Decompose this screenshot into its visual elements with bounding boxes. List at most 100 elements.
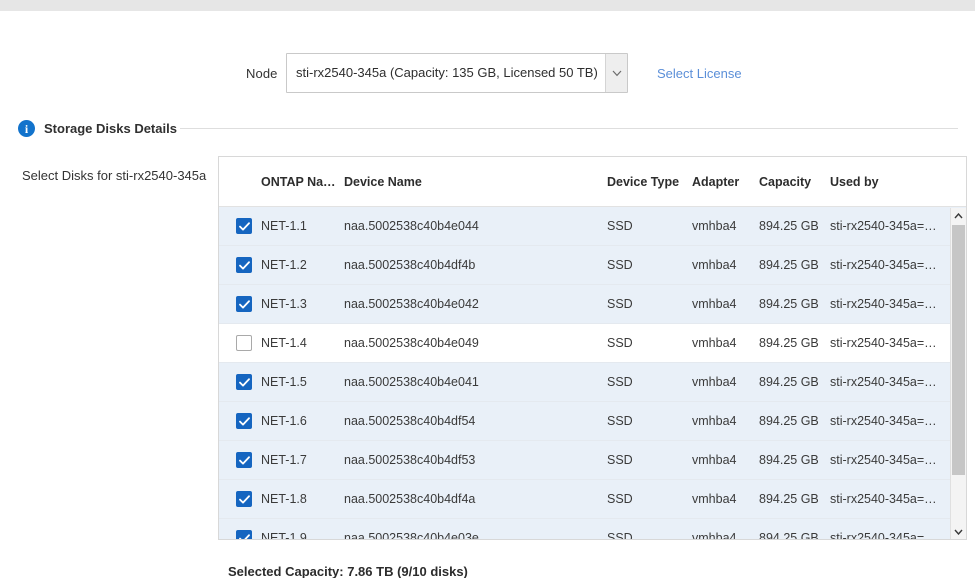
column-header-ontap-name[interactable]: ONTAP Na… (261, 157, 343, 206)
cell-capacity: 894.25 GB (759, 324, 841, 362)
table-vertical-scrollbar[interactable] (950, 208, 966, 540)
row-checkbox-cell[interactable] (225, 207, 263, 245)
cell-ontap-name: NET-1.8 (261, 480, 343, 518)
cell-used-by: sti-rx2540-345a=… (830, 363, 952, 401)
cell-adapter: vmhba4 (692, 519, 756, 540)
checkbox-checked-icon[interactable] (236, 452, 252, 468)
cell-ontap-name: NET-1.7 (261, 441, 343, 479)
node-label: Node (246, 66, 277, 81)
cell-capacity: 894.25 GB (759, 441, 841, 479)
checkbox-checked-icon[interactable] (236, 413, 252, 429)
section-title: Storage Disks Details (44, 121, 177, 136)
section-divider (180, 128, 958, 129)
cell-ontap-name: NET-1.1 (261, 207, 343, 245)
row-checkbox-cell[interactable] (225, 519, 263, 540)
cell-capacity: 894.25 GB (759, 363, 841, 401)
cell-used-by: sti-rx2540-345a=… (830, 441, 952, 479)
row-checkbox-cell[interactable] (225, 285, 263, 323)
row-checkbox-cell[interactable] (225, 363, 263, 401)
table-row[interactable]: NET-1.7naa.5002538c40b4df53SSDvmhba4894.… (219, 441, 966, 480)
column-header-device-type[interactable]: Device Type (607, 157, 687, 206)
column-header-used-by[interactable]: Used by (830, 157, 952, 206)
cell-capacity: 894.25 GB (759, 246, 841, 284)
section-header: i Storage Disks Details (0, 118, 975, 140)
checkbox-checked-icon[interactable] (236, 530, 252, 540)
scroll-down-icon[interactable] (951, 524, 966, 540)
cell-ontap-name: NET-1.9 (261, 519, 343, 540)
cell-capacity: 894.25 GB (759, 480, 841, 518)
cell-ontap-name: NET-1.3 (261, 285, 343, 323)
scrollbar-thumb[interactable] (952, 225, 965, 475)
cell-device-name: naa.5002538c40b4df4a (344, 480, 604, 518)
table-row[interactable]: NET-1.8naa.5002538c40b4df4aSSDvmhba4894.… (219, 480, 966, 519)
cell-used-by: sti-rx2540-345a=… (830, 402, 952, 440)
column-header-device-name[interactable]: Device Name (344, 157, 604, 206)
table-row[interactable]: NET-1.6naa.5002538c40b4df54SSDvmhba4894.… (219, 402, 966, 441)
table-row[interactable]: NET-1.5naa.5002538c40b4e041SSDvmhba4894.… (219, 363, 966, 402)
storage-disks-details-page: Node sti-rx2540-345a (Capacity: 135 GB, … (0, 0, 975, 578)
row-checkbox-cell[interactable] (225, 402, 263, 440)
table-header-row: ONTAP Na… Device Name Device Type Adapte… (219, 157, 966, 207)
cell-ontap-name: NET-1.6 (261, 402, 343, 440)
table-row[interactable]: NET-1.2naa.5002538c40b4df4bSSDvmhba4894.… (219, 246, 966, 285)
window-top-strip (0, 0, 975, 11)
column-header-adapter[interactable]: Adapter (692, 157, 756, 206)
info-icon: i (18, 120, 35, 137)
cell-ontap-name: NET-1.4 (261, 324, 343, 362)
checkbox-checked-icon[interactable] (236, 374, 252, 390)
selected-capacity-summary: Selected Capacity: 7.86 TB (9/10 disks) (228, 564, 468, 578)
cell-adapter: vmhba4 (692, 363, 756, 401)
cell-device-name: naa.5002538c40b4e041 (344, 363, 604, 401)
select-license-link[interactable]: Select License (657, 66, 742, 81)
row-checkbox-cell[interactable] (225, 441, 263, 479)
cell-device-type: SSD (607, 519, 687, 540)
row-checkbox-cell[interactable] (225, 246, 263, 284)
cell-adapter: vmhba4 (692, 285, 756, 323)
storage-disks-table: ONTAP Na… Device Name Device Type Adapte… (218, 156, 967, 540)
cell-device-type: SSD (607, 207, 687, 245)
row-checkbox-cell[interactable] (225, 480, 263, 518)
cell-adapter: vmhba4 (692, 441, 756, 479)
cell-device-name: naa.5002538c40b4df4b (344, 246, 604, 284)
cell-device-type: SSD (607, 324, 687, 362)
cell-capacity: 894.25 GB (759, 519, 841, 540)
cell-device-name: naa.5002538c40b4e03e (344, 519, 604, 540)
cell-device-type: SSD (607, 480, 687, 518)
select-disks-label: Select Disks for sti-rx2540-345a (22, 168, 206, 183)
cell-used-by: sti-rx2540-345a=… (830, 285, 952, 323)
cell-device-type: SSD (607, 285, 687, 323)
column-header-capacity[interactable]: Capacity (759, 157, 841, 206)
cell-adapter: vmhba4 (692, 246, 756, 284)
cell-used-by: sti-rx2540-345a=… (830, 519, 952, 540)
table-row[interactable]: NET-1.9naa.5002538c40b4e03eSSDvmhba4894.… (219, 519, 966, 540)
checkbox-unchecked-icon[interactable] (236, 335, 252, 351)
cell-device-name: naa.5002538c40b4e049 (344, 324, 604, 362)
cell-device-type: SSD (607, 441, 687, 479)
chevron-down-icon[interactable] (605, 54, 627, 92)
checkbox-checked-icon[interactable] (236, 218, 252, 234)
cell-adapter: vmhba4 (692, 402, 756, 440)
scroll-up-icon[interactable] (951, 208, 966, 224)
cell-device-name: naa.5002538c40b4df54 (344, 402, 604, 440)
cell-adapter: vmhba4 (692, 324, 756, 362)
cell-adapter: vmhba4 (692, 207, 756, 245)
checkbox-checked-icon[interactable] (236, 257, 252, 273)
table-row[interactable]: NET-1.3naa.5002538c40b4e042SSDvmhba4894.… (219, 285, 966, 324)
cell-capacity: 894.25 GB (759, 402, 841, 440)
cell-used-by: sti-rx2540-345a=… (830, 246, 952, 284)
checkbox-checked-icon[interactable] (236, 296, 252, 312)
cell-ontap-name: NET-1.2 (261, 246, 343, 284)
cell-device-name: naa.5002538c40b4df53 (344, 441, 604, 479)
cell-capacity: 894.25 GB (759, 285, 841, 323)
node-dropdown[interactable]: sti-rx2540-345a (Capacity: 135 GB, Licen… (286, 53, 628, 93)
cell-capacity: 894.25 GB (759, 207, 841, 245)
node-dropdown-value: sti-rx2540-345a (Capacity: 135 GB, Licen… (296, 65, 598, 80)
node-selection-row: Node sti-rx2540-345a (Capacity: 135 GB, … (0, 53, 975, 95)
table-row[interactable]: NET-1.4naa.5002538c40b4e049SSDvmhba4894.… (219, 324, 966, 363)
checkbox-checked-icon[interactable] (236, 491, 252, 507)
cell-adapter: vmhba4 (692, 480, 756, 518)
cell-used-by: sti-rx2540-345a=… (830, 480, 952, 518)
cell-device-type: SSD (607, 246, 687, 284)
row-checkbox-cell[interactable] (225, 324, 263, 362)
table-row[interactable]: NET-1.1naa.5002538c40b4e044SSDvmhba4894.… (219, 207, 966, 246)
